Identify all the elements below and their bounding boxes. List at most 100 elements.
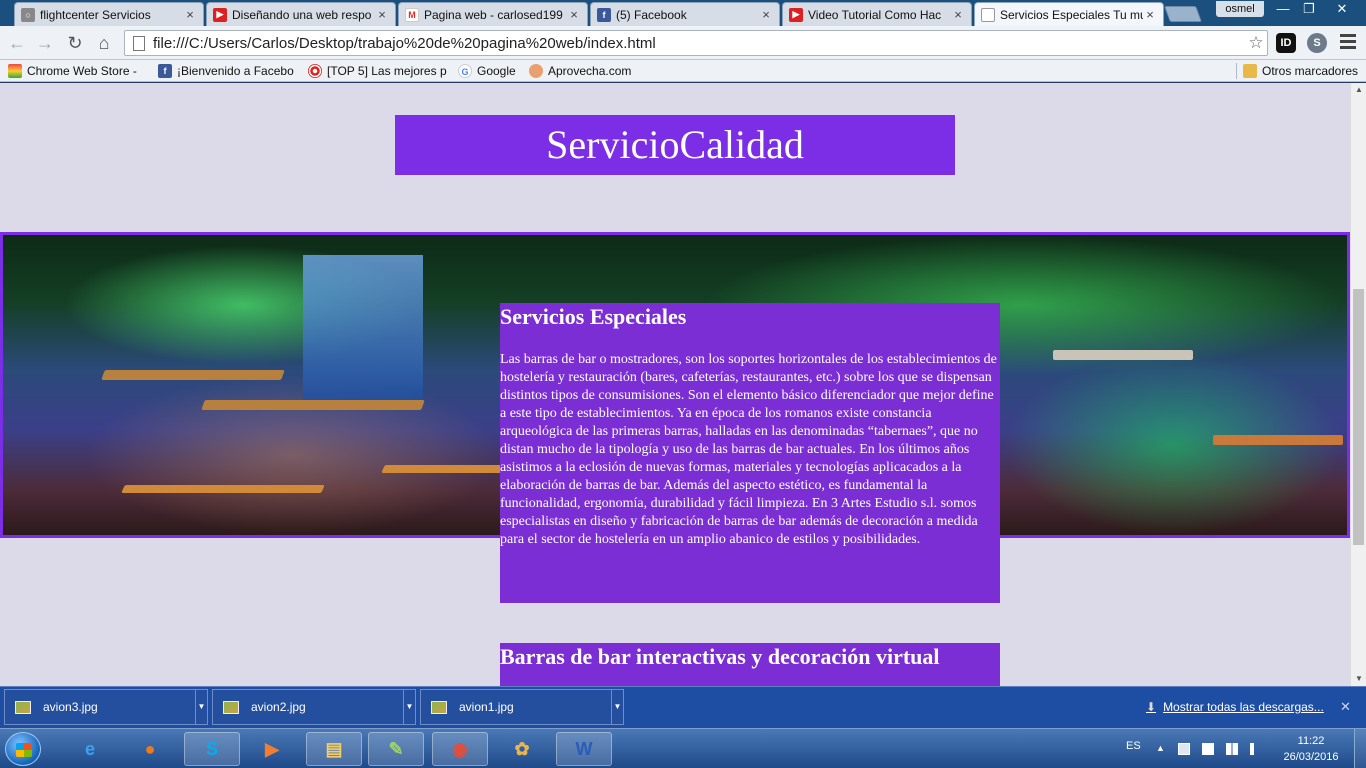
tab-0[interactable]: ○ flightcenter Servicios × [14,2,204,26]
google-icon: G [458,64,472,78]
tab-title: (5) Facebook [616,7,687,22]
other-bookmarks[interactable]: Otros marcadores [1243,62,1363,80]
scroll-up-icon[interactable]: ▲ [1351,83,1366,97]
chrome-icon[interactable]: ◉ [432,732,488,766]
browser-toolbar: ← → ↻ ⌂ ☆ ID S [0,26,1366,60]
show-desktop-button[interactable] [1354,729,1366,768]
chevron-down-icon[interactable]: ▼ [611,689,623,725]
scroll-down-icon[interactable]: ▼ [1351,672,1366,686]
download-item[interactable]: avion1.jpg ▼ [420,689,624,725]
tab-4[interactable]: ▶ Video Tutorial Como Hac × [782,2,972,26]
show-all-downloads-link[interactable]: ⬇ Mostrar todas las descargas... [1146,700,1324,714]
profile-button[interactable]: osmel [1216,1,1264,17]
download-item[interactable]: avion2.jpg ▼ [212,689,416,725]
chrome-menu-icon[interactable] [1340,34,1356,50]
back-button[interactable]: ← [6,32,28,54]
show-hidden-icons-icon[interactable]: ▲ [1156,743,1168,755]
media-player-icon[interactable]: ▶ [244,732,300,766]
page-icon [981,7,995,22]
maximize-button[interactable]: ❐ [1296,0,1322,18]
bookmark-label: Chrome Web Store - [27,64,137,78]
url-input[interactable] [153,34,1245,52]
tab-close-icon[interactable]: × [183,7,197,22]
chevron-down-icon[interactable]: ▼ [195,689,207,725]
chevron-down-icon[interactable]: ▼ [403,689,415,725]
bookmark-star-icon[interactable]: ☆ [1245,33,1267,53]
gmail-icon: M [405,7,419,22]
paint-icon[interactable]: ✿ [494,732,550,766]
download-shelf: avion3.jpg ▼ avion2.jpg ▼ avion1.jpg ▼ ⬇… [0,686,1366,728]
reload-button[interactable]: ↻ [64,32,86,54]
firefox-icon[interactable]: ● [122,732,178,766]
extension-s-icon[interactable]: S [1307,33,1327,53]
folder-icon [1243,64,1257,78]
page-scrollbar[interactable]: ▲ ▼ [1350,83,1366,686]
page-icon [133,35,145,51]
article-title: Barras de bar interactivas y decoración … [500,644,940,669]
download-arrow-icon: ⬇ [1146,700,1157,714]
language-indicator[interactable]: ES [1126,740,1141,752]
notepad-chart-icon[interactable]: ✎ [368,732,424,766]
scroll-thumb[interactable] [1353,289,1364,545]
aprovecha-icon [529,64,543,78]
tab-title: Servicios Especiales Tu mu [1000,7,1143,22]
target-icon [308,64,322,78]
clock-time: 11:22 [1297,735,1325,747]
facebook-icon: f [597,7,611,22]
bookmark-chrome-store[interactable]: Chrome Web Store - [8,62,150,80]
bookmarks-separator [1236,63,1237,79]
tab-close-icon[interactable]: × [951,7,965,22]
internet-explorer-icon[interactable]: e [62,732,118,766]
action-center-icon[interactable] [1202,743,1214,755]
bookmark-label: Aprovecha.com [548,64,632,78]
tab-3[interactable]: f (5) Facebook × [590,2,780,26]
other-bookmarks-label: Otros marcadores [1262,64,1359,78]
start-button[interactable] [5,732,41,766]
tab-close-icon[interactable]: × [759,7,773,22]
article-servicios-especiales: Servicios Especiales Las barras de bar o… [500,303,1000,603]
image-file-icon [15,700,31,714]
skype-icon[interactable]: S [184,732,240,766]
forward-button[interactable]: → [34,32,56,54]
download-item[interactable]: avion3.jpg ▼ [4,689,208,725]
extension-id-icon[interactable]: ID [1276,33,1296,53]
tab-close-icon[interactable]: × [567,7,581,22]
page-viewport: ServicioCalidad Servicios Especiales Las… [0,83,1350,686]
network-icon[interactable] [1226,743,1238,755]
tab-title: Video Tutorial Como Hac [808,7,942,22]
tab-title: Pagina web - carlosed199 [424,7,563,22]
tab-close-icon[interactable]: × [1143,7,1157,22]
close-shelf-icon[interactable]: ✕ [1340,699,1351,715]
bookmark-facebook[interactable]: f ¡Bienvenido a Facebo [158,62,298,80]
bookmark-aprovecha[interactable]: Aprovecha.com [529,62,639,80]
show-all-label: Mostrar todas las descargas... [1163,700,1324,714]
windows-logo-icon [16,743,32,757]
address-bar[interactable]: ☆ [124,30,1268,56]
home-button[interactable]: ⌂ [93,32,115,54]
article-body: Las barras de bar o mostradores, son los… [500,352,997,547]
windows-taskbar: e ● S ▶ ▤ ✎ ◉ ✿ W ES ▲ 11:22 26/03/2016 [0,728,1366,768]
tab-2[interactable]: M Pagina web - carlosed199 × [398,2,588,26]
tab-1[interactable]: ▶ Diseñando una web respo × [206,2,396,26]
chrome-store-icon [8,64,22,78]
clock-date: 26/03/2016 [1283,751,1339,763]
volume-icon[interactable] [1250,743,1262,755]
tab-close-icon[interactable]: × [375,7,389,22]
bookmark-top5[interactable]: [TOP 5] Las mejores p [308,62,450,80]
device-icon[interactable] [1178,743,1190,755]
tab-5-active[interactable]: Servicios Especiales Tu mu × [974,2,1164,26]
image-file-icon [223,700,239,714]
youtube-icon: ▶ [213,7,227,22]
new-tab-button[interactable] [1164,6,1202,22]
download-filename: avion3.jpg [43,700,98,714]
tab-title: Diseñando una web respo [232,7,372,22]
facebook-icon: f [158,64,172,78]
bookmark-google[interactable]: G Google [458,62,522,80]
system-clock[interactable]: 11:22 26/03/2016 [1276,733,1346,765]
file-explorer-icon[interactable]: ▤ [306,732,362,766]
minimize-button[interactable]: — [1270,0,1296,18]
page-icon: ○ [21,7,35,22]
youtube-icon: ▶ [789,7,803,22]
close-window-button[interactable]: ✕ [1322,0,1362,18]
word-icon[interactable]: W [556,732,612,766]
